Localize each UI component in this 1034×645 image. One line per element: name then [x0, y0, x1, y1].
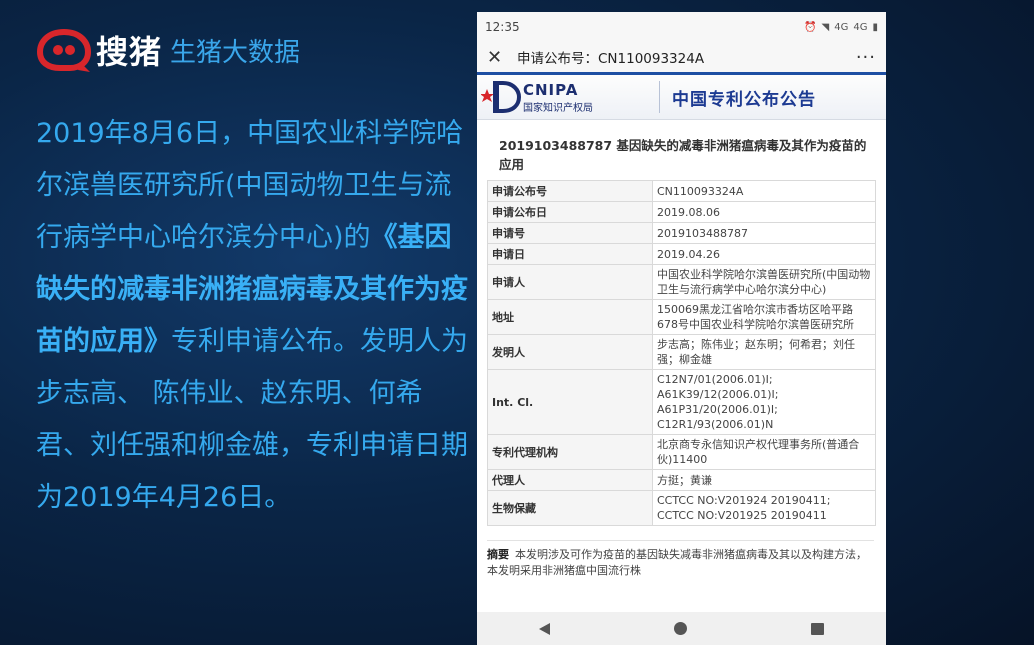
close-icon[interactable]: ✕	[487, 47, 509, 68]
wifi-icon: ◥	[821, 21, 830, 33]
row-key: 发明人	[487, 334, 653, 370]
row-value: 2019103488787	[652, 222, 876, 244]
table-row: 发明人 步志高；陈伟业；赵东明；何希君；刘任强；柳金雄	[487, 334, 876, 370]
row-value: C12N7/01(2006.01)I; A61K39/12(2006.01)I;…	[652, 369, 876, 435]
abstract-section: 摘要 本发明涉及可作为疫苗的基因缺失减毒非洲猪瘟病毒及其以及构建方法，本发明采用非…	[487, 540, 874, 577]
row-key: 代理人	[487, 469, 653, 491]
patent-info-table: 申请公布号 CN110093324A 申请公布日 2019.08.06 申请号 20191…	[487, 180, 876, 526]
row-key: 专利代理机构	[487, 434, 653, 470]
table-row: 申请人 中国农业科学院哈尔滨兽医研究所(中国动物卫生与流行病学中心哈尔滨分中心)	[487, 264, 876, 300]
banner-title: 中国专利公布公告	[672, 89, 816, 110]
status-time: 12:35	[485, 20, 520, 34]
row-key: 生物保藏	[487, 490, 653, 526]
table-row: 申请公布日 2019.08.06	[487, 201, 876, 223]
back-icon[interactable]	[539, 622, 550, 635]
cnipa-logo: CNIPA 国家知识产权局	[481, 79, 655, 115]
status-bar: 12:35 ⏰ ◥ 4G 4G ▮	[477, 12, 886, 42]
brand-subtitle: 生猪大数据	[170, 37, 301, 68]
abstract-text: 本发明涉及可作为疫苗的基因缺失减毒非洲猪瘟病毒及其以及构建方法，本发明采用非洲猪…	[487, 548, 867, 577]
signal-4g-icon: 4G	[853, 21, 868, 33]
slide-body-text: 2019年8月6日，中国农业科学院哈尔滨兽医研究所(中国动物卫生与流行病学中心哈…	[36, 108, 476, 524]
table-row: 申请日 2019.04.26	[487, 243, 876, 265]
brand-name: 搜猪	[96, 33, 163, 71]
cnipa-cn-label: 国家知识产权局	[523, 102, 593, 114]
cnipa-en-label: CNIPA	[523, 80, 579, 99]
table-row: 专利代理机构 北京商专永信知识产权代理事务所(普通合伙)11400	[487, 434, 876, 470]
row-key: 申请人	[487, 264, 653, 300]
row-key: 申请公布号	[487, 180, 653, 202]
app-bar: ✕ 申请公布号：CN110093324A ···	[477, 42, 886, 75]
home-icon[interactable]	[674, 622, 687, 635]
row-value: 2019.04.26	[652, 243, 876, 265]
appbar-title: 申请公布号：CN110093324A	[517, 51, 705, 67]
row-key: 申请公布日	[487, 201, 653, 223]
row-value: 150069黑龙江省哈尔滨市香坊区哈平路678号中国农业科学院哈尔滨兽医研究所	[652, 299, 876, 335]
recent-apps-icon[interactable]	[811, 622, 824, 635]
banner-divider	[659, 81, 660, 113]
status-icons: ⏰ ◥ 4G 4G ▮	[804, 22, 878, 33]
cnipa-emblem-icon	[481, 81, 521, 113]
row-value: 2019.08.06	[652, 201, 876, 223]
more-menu-button[interactable]: ···	[856, 47, 876, 68]
row-key: 地址	[487, 299, 653, 335]
table-row: 申请公布号 CN110093324A	[487, 180, 876, 202]
patent-title: 2019103488787 基因缺失的减毒非洲猪瘟病毒及其作为疫苗的应用	[499, 138, 867, 172]
table-row: 生物保藏 CCTCC NO:V201924 20190411; CCTCC NO:…	[487, 490, 876, 526]
battery-icon: ▮	[872, 21, 878, 33]
table-row: Int. Cl. C12N7/01(2006.01)I; A61K39/12(20…	[487, 369, 876, 435]
row-value: 北京商专永信知识产权代理事务所(普通合伙)11400	[652, 434, 876, 470]
cnipa-banner: CNIPA 国家知识产权局 中国专利公布公告	[477, 75, 886, 120]
row-key: Int. Cl.	[487, 369, 653, 435]
abstract-label: 摘要	[487, 548, 509, 561]
row-key: 申请日	[487, 243, 653, 265]
table-row: 地址 150069黑龙江省哈尔滨市香坊区哈平路678号中国农业科学院哈尔滨兽医研究…	[487, 299, 876, 335]
alarm-icon: ⏰	[804, 21, 817, 33]
row-value: 步志高；陈伟业；赵东明；何希君；刘任强；柳金雄	[652, 334, 876, 370]
row-value: 中国农业科学院哈尔滨兽医研究所(中国动物卫生与流行病学中心哈尔滨分中心)	[652, 264, 876, 300]
table-row: 代理人 方挺；黄谦	[487, 469, 876, 491]
brand-header: 搜猪 生猪大数据	[36, 26, 300, 74]
android-nav-bar	[477, 612, 886, 645]
row-key: 申请号	[487, 222, 653, 244]
row-value: CCTCC NO:V201924 20190411; CCTCC NO:V201…	[652, 490, 876, 526]
pig-logo-icon	[36, 28, 92, 72]
signal-4g-icon: 4G	[834, 21, 849, 33]
phone-screenshot: 12:35 ⏰ ◥ 4G 4G ▮ ✕ 申请公布号：CN110093324A ·…	[477, 12, 886, 645]
row-value: CN110093324A	[652, 180, 876, 202]
row-value: 方挺；黄谦	[652, 469, 876, 491]
table-row: 申请号 2019103488787	[487, 222, 876, 244]
